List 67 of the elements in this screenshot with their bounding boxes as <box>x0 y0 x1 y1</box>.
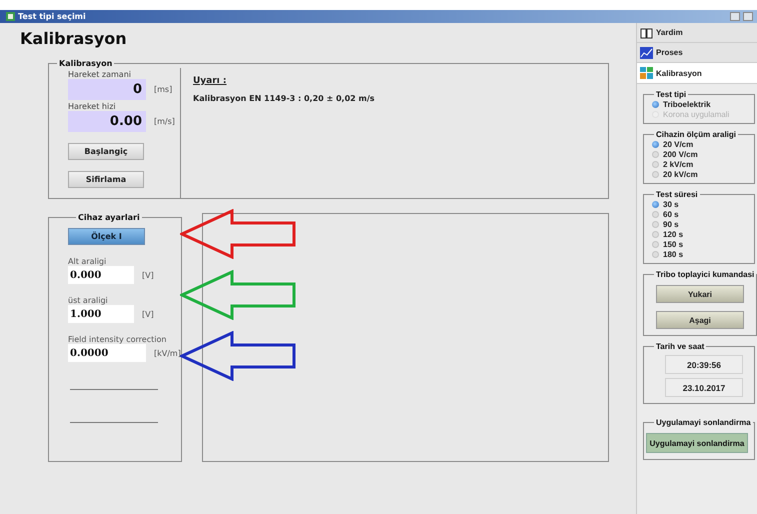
input-field[interactable]: 0.00 <box>68 111 146 132</box>
nav-item[interactable]: Kalibrasyon <box>637 63 757 84</box>
radio-button[interactable] <box>652 140 659 148</box>
option-label: 20 kV/cm <box>663 170 698 178</box>
scale-button[interactable]: Ölçek I <box>68 228 145 245</box>
option-label: 30 s <box>663 200 679 208</box>
input-field[interactable]: 1.000 <box>68 305 134 323</box>
radio-button[interactable] <box>652 160 659 168</box>
warning-title: Uyarı : <box>193 76 228 86</box>
option-label: Triboelektrik <box>663 100 711 108</box>
option-label: 120 s <box>663 230 684 238</box>
command-button[interactable]: Yukari <box>656 285 744 303</box>
group-label: Cihazin ölçüm araligi <box>655 130 738 139</box>
option-label: 60 s <box>663 210 679 218</box>
radio-button[interactable] <box>652 240 659 248</box>
unit-label: [kV/m] <box>154 348 181 358</box>
field-label: üst araligi <box>68 296 109 305</box>
input-field[interactable]: 0.0000 <box>68 344 146 362</box>
group-label: Test süresi <box>655 190 699 199</box>
option-label: 180 s <box>663 250 684 258</box>
radio-button[interactable] <box>652 150 659 158</box>
group-label: Tarih ve saat <box>655 342 706 351</box>
field-label: Hareket hizi <box>68 102 117 111</box>
option-label: 150 s <box>663 240 684 248</box>
option-label: 200 V/cm <box>663 150 698 158</box>
field-label: Hareket zamani <box>68 70 132 79</box>
maximize-button[interactable] <box>743 12 753 21</box>
action-button[interactable]: Sifirlama <box>68 171 144 188</box>
action-button[interactable]: Başlangiç <box>68 143 144 160</box>
datetime-display: 20:39:56 <box>665 355 743 374</box>
group-label: Test tipi <box>655 90 688 99</box>
datetime-display: 23.10.2017 <box>665 378 743 397</box>
minimize-button[interactable] <box>730 12 740 21</box>
radio-button[interactable] <box>652 210 659 218</box>
radio-button[interactable] <box>652 230 659 238</box>
group-label: Cihaz ayarlari <box>77 213 141 222</box>
group-label: Uygulamayi sonlandirma <box>655 418 752 427</box>
nav-item[interactable]: Proses <box>637 43 757 63</box>
group-label: Kalibrasyon <box>58 59 114 68</box>
book-icon <box>640 26 653 38</box>
nav-item[interactable]: Yardim <box>637 23 757 43</box>
field-label: Field intensity correction <box>68 335 168 344</box>
radio-button[interactable] <box>652 220 659 228</box>
warning-text: Kalibrasyon EN 1149-3 : 0,20 ± 0,02 m/s <box>193 94 375 103</box>
option-label: 20 V/cm <box>663 140 694 148</box>
chart-icon <box>640 46 653 58</box>
input-field[interactable]: 0 <box>68 79 146 100</box>
group-label: Tribo toplayici kumandasi <box>655 270 756 279</box>
window-title: Test tipi seçimi <box>18 12 87 21</box>
option-label: Korona uygulamali <box>663 110 730 118</box>
unit-label: [ms] <box>154 85 172 94</box>
option-label: 2 kV/cm <box>663 160 694 168</box>
option-label: 90 s <box>663 220 679 228</box>
radio-button[interactable] <box>652 250 659 258</box>
field-label: Alt araligi <box>68 257 108 266</box>
radio-button[interactable] <box>652 170 659 178</box>
blocks-icon <box>640 67 653 79</box>
input-field[interactable]: 0.000 <box>68 266 134 284</box>
radio-button[interactable] <box>652 100 659 108</box>
unit-label: [V] <box>142 270 154 280</box>
unit-label: [m/s] <box>154 117 175 126</box>
exit-button[interactable]: Uygulamayi sonlandirma <box>646 433 748 453</box>
unit-label: [V] <box>142 310 154 318</box>
page-heading: Kalibrasyon <box>19 28 128 50</box>
radio-button[interactable] <box>652 200 659 208</box>
app-icon <box>6 12 15 21</box>
command-button[interactable]: Aşagi <box>656 311 744 329</box>
